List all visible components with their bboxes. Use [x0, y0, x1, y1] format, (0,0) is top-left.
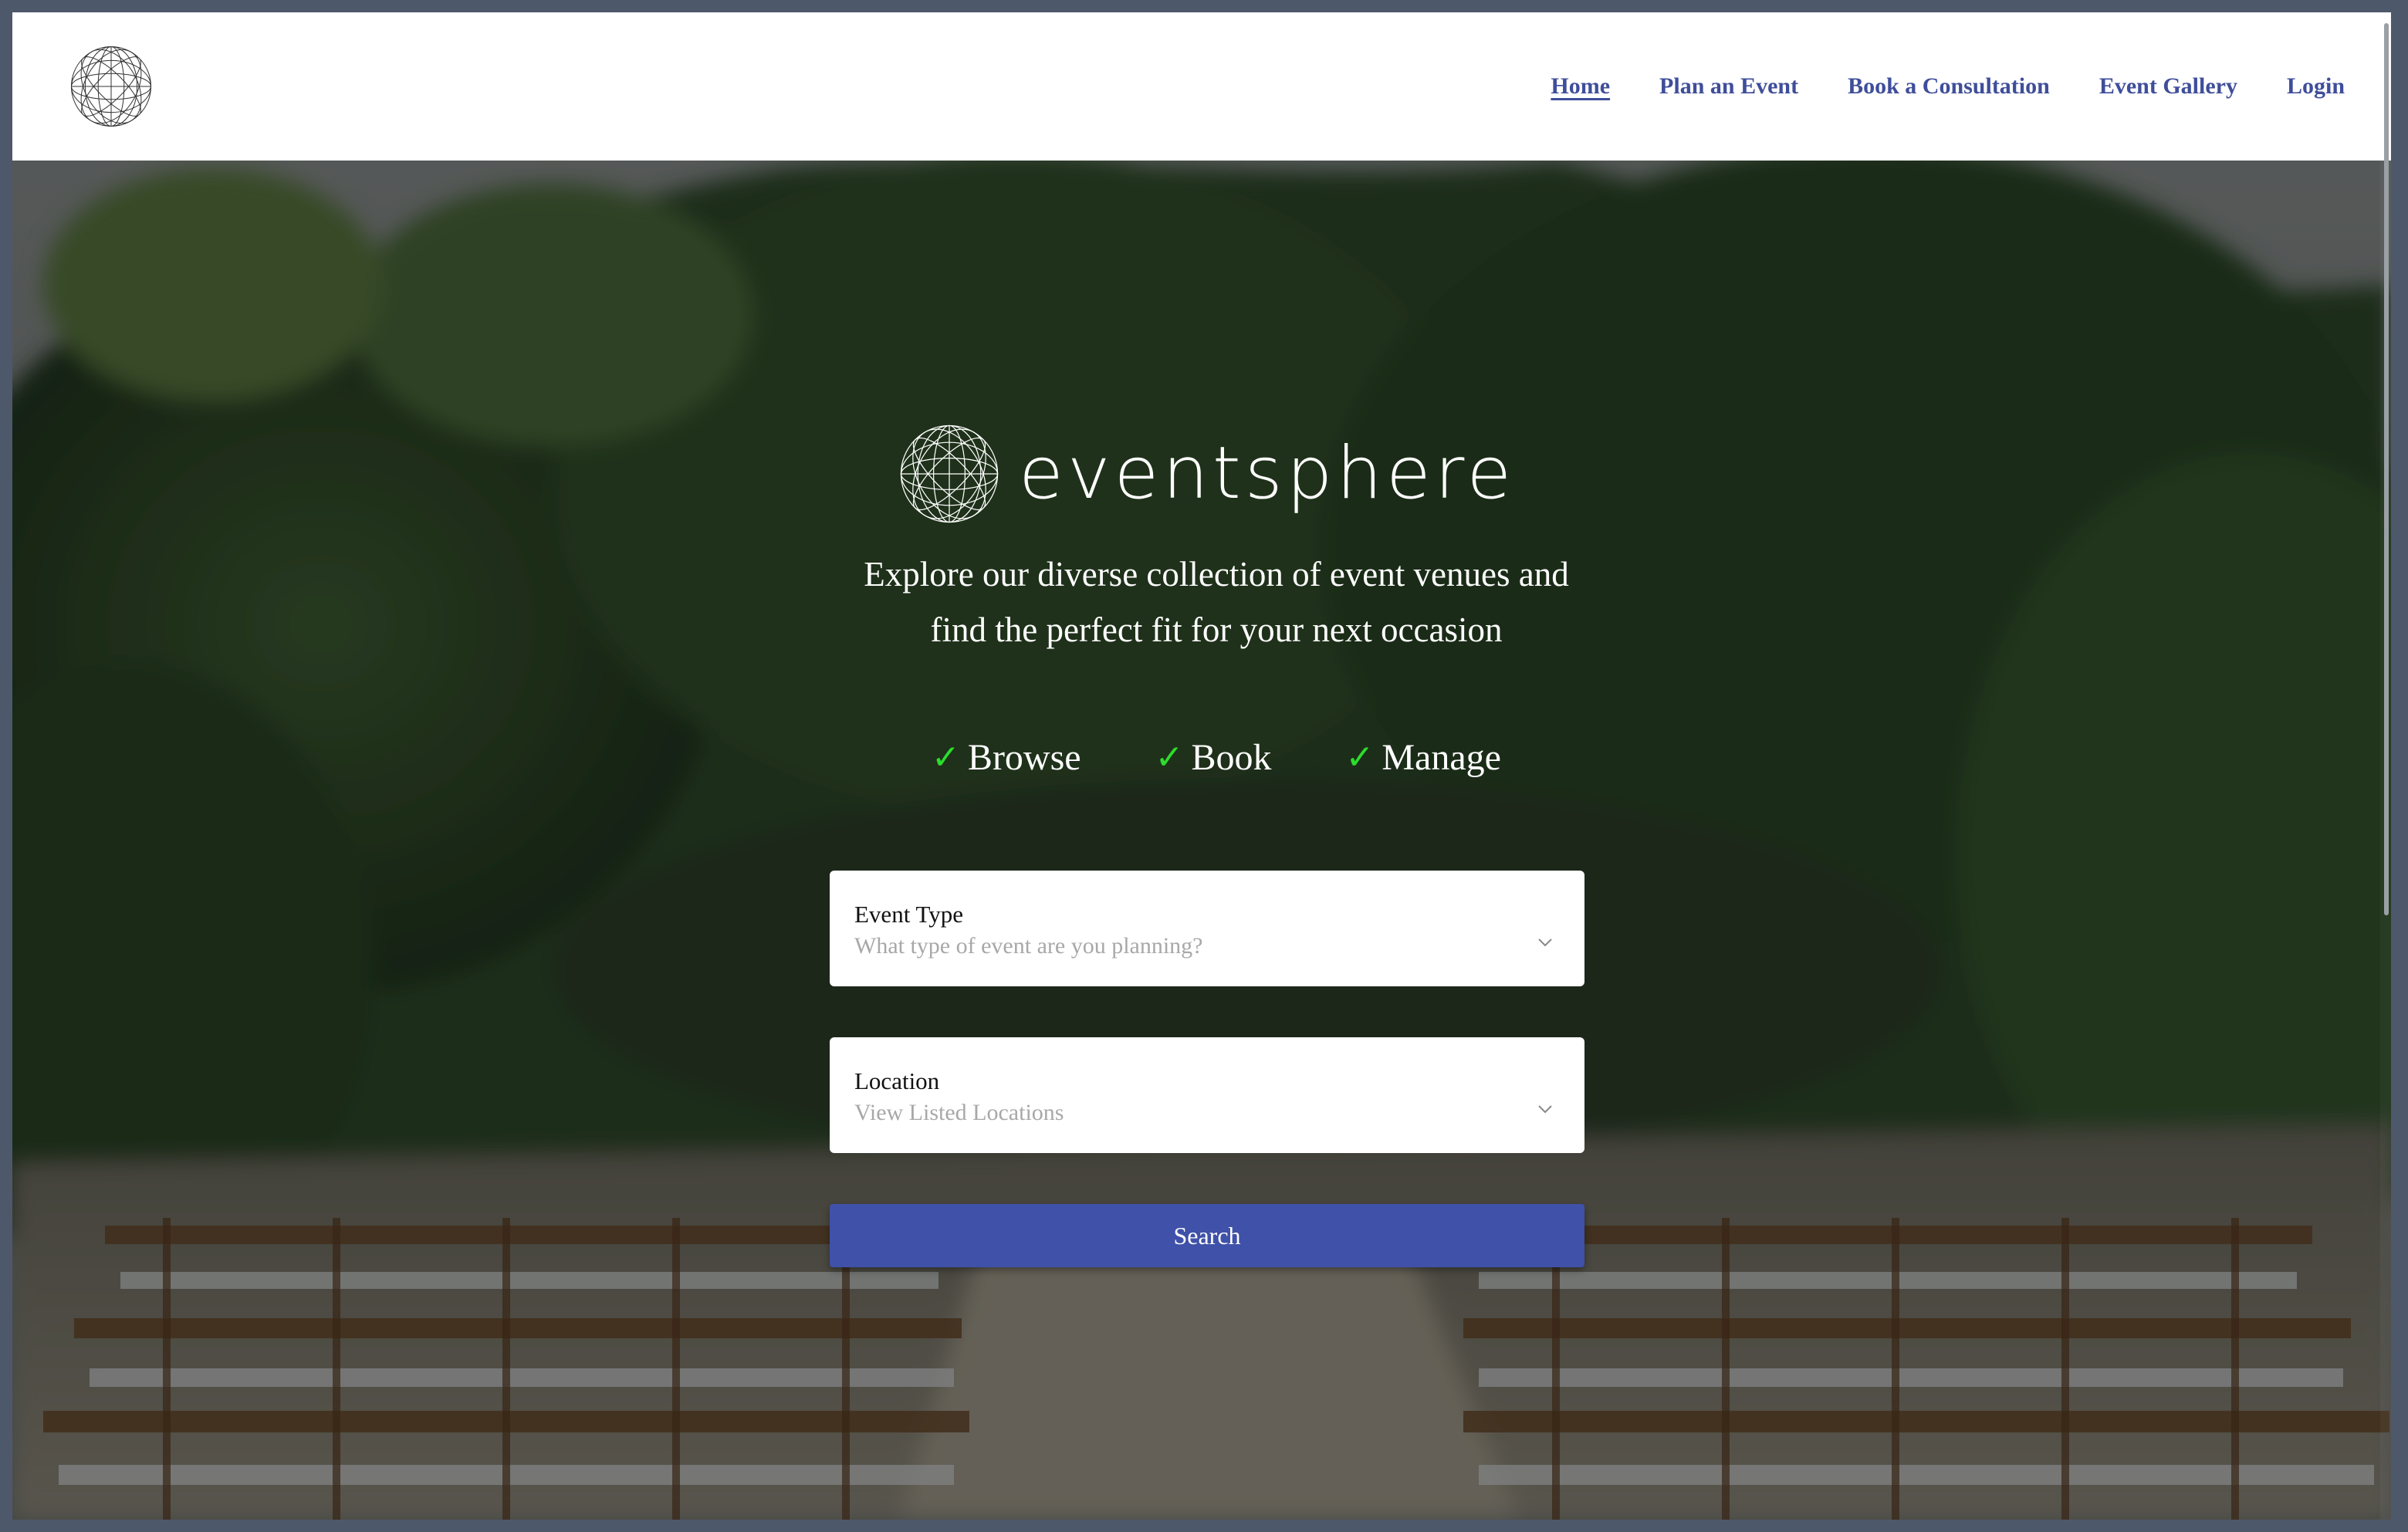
main-nav: Home Plan an Event Book a Consultation E…: [1551, 12, 2345, 161]
feature-browse: ✓ Browse: [932, 736, 1081, 779]
check-icon: ✓: [932, 738, 960, 777]
chevron-down-icon[interactable]: [1537, 937, 1554, 948]
search-button[interactable]: Search: [830, 1204, 1584, 1267]
nav-book-consultation-link[interactable]: Book a Consultation: [1848, 73, 2050, 100]
event-type-select[interactable]: Event Type What type of event are you pl…: [830, 871, 1584, 986]
check-icon: ✓: [1345, 738, 1375, 777]
chevron-down-icon[interactable]: [1537, 1104, 1554, 1114]
hero-section: eventsphere Explore our diverse collecti…: [12, 161, 2391, 1520]
scrollbar-thumb[interactable]: [2384, 23, 2389, 915]
feature-label: Book: [1191, 737, 1272, 778]
tagline-line-2: find the perfect fit for your next occas…: [930, 610, 1503, 649]
feature-label: Manage: [1382, 737, 1501, 778]
geodesic-sphere-icon: [900, 424, 999, 523]
nav-login-link[interactable]: Login: [2287, 73, 2345, 100]
browser-viewport: Home Plan an Event Book a Consultation E…: [12, 12, 2391, 1520]
tagline-line-1: Explore our diverse collection of event …: [864, 555, 1569, 594]
feature-manage: ✓ Manage: [1345, 736, 1500, 779]
site-header: Home Plan an Event Book a Consultation E…: [12, 12, 2391, 161]
event-type-label: Event Type: [854, 901, 964, 928]
feature-list: ✓ Browse ✓ Book ✓ Manage: [815, 736, 1618, 779]
nav-home-link[interactable]: Home: [1551, 73, 1610, 100]
feature-label: Browse: [967, 737, 1081, 778]
feature-book: ✓ Book: [1155, 736, 1272, 779]
event-type-placeholder: What type of event are you planning?: [854, 933, 1203, 959]
brand-name: eventsphere: [1019, 431, 1516, 516]
hero-dark-overlay: [12, 161, 2391, 1520]
location-select[interactable]: Location View Listed Locations: [830, 1037, 1584, 1153]
nav-plan-event-link[interactable]: Plan an Event: [1659, 73, 1798, 100]
check-icon: ✓: [1155, 738, 1184, 777]
scrollbar[interactable]: [2380, 12, 2391, 1520]
hero-tagline: Explore our diverse collection of event …: [815, 546, 1618, 658]
nav-event-gallery-link[interactable]: Event Gallery: [2099, 73, 2237, 100]
brand-lockup: eventsphere: [897, 421, 1515, 526]
geodesic-sphere-icon[interactable]: [68, 43, 154, 130]
location-label: Location: [854, 1067, 940, 1094]
location-placeholder: View Listed Locations: [854, 1100, 1064, 1125]
